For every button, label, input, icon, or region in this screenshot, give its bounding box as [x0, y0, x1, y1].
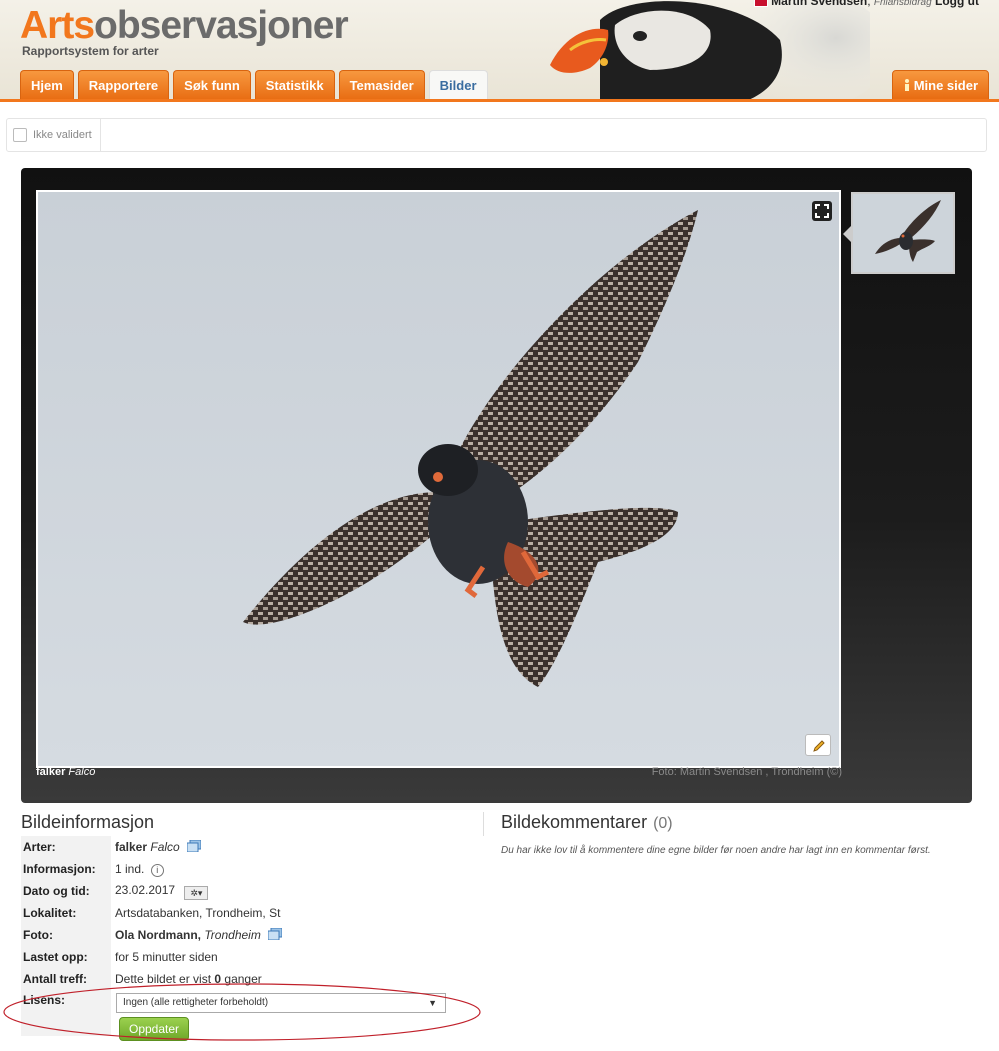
info-row-views: Antall treff: Dette bildet er vist 0 gan…: [21, 968, 461, 990]
site-logo[interactable]: Artsobservasjoner: [20, 4, 349, 48]
fullscreen-icon: [815, 204, 829, 218]
info-row-date: Dato og tid: 23.02.2017 ✲▾: [21, 880, 461, 902]
settings-gear-icon[interactable]: ✲▾: [184, 885, 209, 900]
species-latin: Falco: [150, 840, 180, 854]
section-divider: [483, 812, 484, 836]
user-bar: Martin Svendsen, Frilansbidrag Logg ut: [753, 0, 979, 8]
info-row-species: Arter: falker Falco: [21, 836, 461, 858]
photographer-place: Trondheim: [204, 928, 261, 942]
tab-bilder[interactable]: Bilder: [428, 70, 488, 99]
logo-arts: Arts: [20, 4, 95, 47]
comments-count: (0): [653, 815, 673, 832]
thumbnail-image: [853, 194, 953, 272]
image-viewer: falker Falco Foto: Martin Svendsen , Tro…: [21, 168, 972, 803]
info-row-uploaded: Lastet opp: for 5 minutter siden: [21, 946, 461, 968]
person-icon: [904, 79, 909, 91]
photo-caption-species: falker Falco: [36, 766, 95, 778]
dropdown-arrow-icon: ▼: [428, 998, 437, 1008]
info-value: Dette bildet er vist 0 ganger: [111, 968, 461, 990]
main-photo-frame: [36, 190, 841, 768]
info-value: 23.02.2017 ✲▾: [111, 880, 461, 902]
not-validated-toggle[interactable]: Ikke validert: [7, 119, 101, 151]
tab-rapportere[interactable]: Rapportere: [77, 70, 170, 99]
image-info-title: Bildeinformasjon: [21, 812, 155, 832]
comments-title: Bildekommentarer (0): [501, 812, 673, 833]
mine-sider-button[interactable]: Mine sider: [891, 70, 989, 99]
info-value: 1 ind. i: [111, 858, 461, 880]
tab-temasider[interactable]: Temasider: [338, 70, 425, 99]
update-button[interactable]: Oppdater: [119, 1017, 190, 1041]
tab-sok-funn[interactable]: Søk funn: [173, 70, 251, 99]
caption-species-name: falker: [36, 766, 66, 778]
uploaded-value: for 5 minutter siden: [115, 950, 218, 964]
comments-title-text: Bildekommentarer: [501, 812, 648, 832]
info-row-information: Informasjon: 1 ind. i: [21, 858, 461, 880]
views-suffix: ganger: [221, 972, 262, 986]
site-header: Artsobservasjoner Rapportsystem for arte…: [0, 0, 999, 102]
photographer-link[interactable]: Ola Nordmann,: [115, 928, 201, 942]
info-label: Dato og tid:: [21, 880, 111, 902]
info-label: Arter:: [21, 836, 111, 858]
not-validated-checkbox[interactable]: [13, 128, 27, 142]
date-value: 23.02.2017: [115, 882, 176, 897]
tab-statistikk[interactable]: Statistikk: [254, 70, 335, 99]
info-label: Lokalitet:: [21, 902, 111, 924]
info-label: Lisens:: [21, 990, 111, 1036]
info-value: Ola Nordmann, Trondheim: [111, 924, 461, 946]
tab-hjem[interactable]: Hjem: [20, 70, 74, 99]
thumbnail-pointer: [843, 226, 851, 242]
info-label: Foto:: [21, 924, 111, 946]
information-value: 1 ind.: [115, 861, 145, 876]
fullscreen-button[interactable]: [812, 201, 832, 221]
info-label: Antall treff:: [21, 968, 111, 990]
license-select[interactable]: Ingen (alle rettigheter forbeholdt) ▼: [116, 993, 446, 1013]
logo-observasjoner: observasjoner: [94, 4, 349, 47]
puffin-banner-image: [550, 0, 870, 99]
edit-pencil-icon: [813, 740, 825, 752]
site-tagline: Rapportsystem for arter: [22, 44, 159, 58]
caption-latin-name: Falco: [68, 766, 96, 778]
edit-button[interactable]: [805, 734, 831, 756]
species-link[interactable]: falker: [115, 840, 147, 854]
user-name[interactable]: Martin Svendsen: [771, 0, 867, 8]
info-row-photographer: Foto: Ola Nordmann, Trondheim: [21, 924, 461, 946]
info-label: Lastet opp:: [21, 946, 111, 968]
info-label: Informasjon:: [21, 858, 111, 880]
mine-sider-label: Mine sider: [913, 78, 978, 93]
image-toolbar: Ikke validert: [6, 118, 987, 152]
photo-caption-credit: Foto: Martin Svendsen , Trondheim (©): [651, 766, 842, 778]
locality-value[interactable]: Artsdatabanken, Trondheim, St: [111, 902, 461, 924]
logout-link[interactable]: Logg ut: [935, 0, 979, 8]
user-role: Frilansbidrag: [873, 0, 932, 8]
main-nav: Hjem Rapportere Søk funn Statistikk Tema…: [20, 70, 488, 99]
license-selected-value: Ingen (alle rettigheter forbeholdt): [123, 997, 269, 1008]
thumbnail-item[interactable]: [843, 192, 955, 274]
views-prefix: Dette bildet er vist: [115, 972, 215, 986]
info-row-locality: Lokalitet: Artsdatabanken, Trondheim, St: [21, 902, 461, 924]
gallery-icon[interactable]: [268, 928, 283, 940]
main-photo[interactable]: [38, 192, 839, 766]
comments-note: Du har ikke lov til å kommentere dine eg…: [501, 845, 931, 856]
info-value: falker Falco: [111, 836, 461, 858]
flag-icon[interactable]: [753, 0, 768, 7]
gallery-icon[interactable]: [187, 840, 202, 852]
not-validated-label: Ikke validert: [33, 129, 92, 141]
info-circle-icon[interactable]: i: [150, 863, 164, 877]
